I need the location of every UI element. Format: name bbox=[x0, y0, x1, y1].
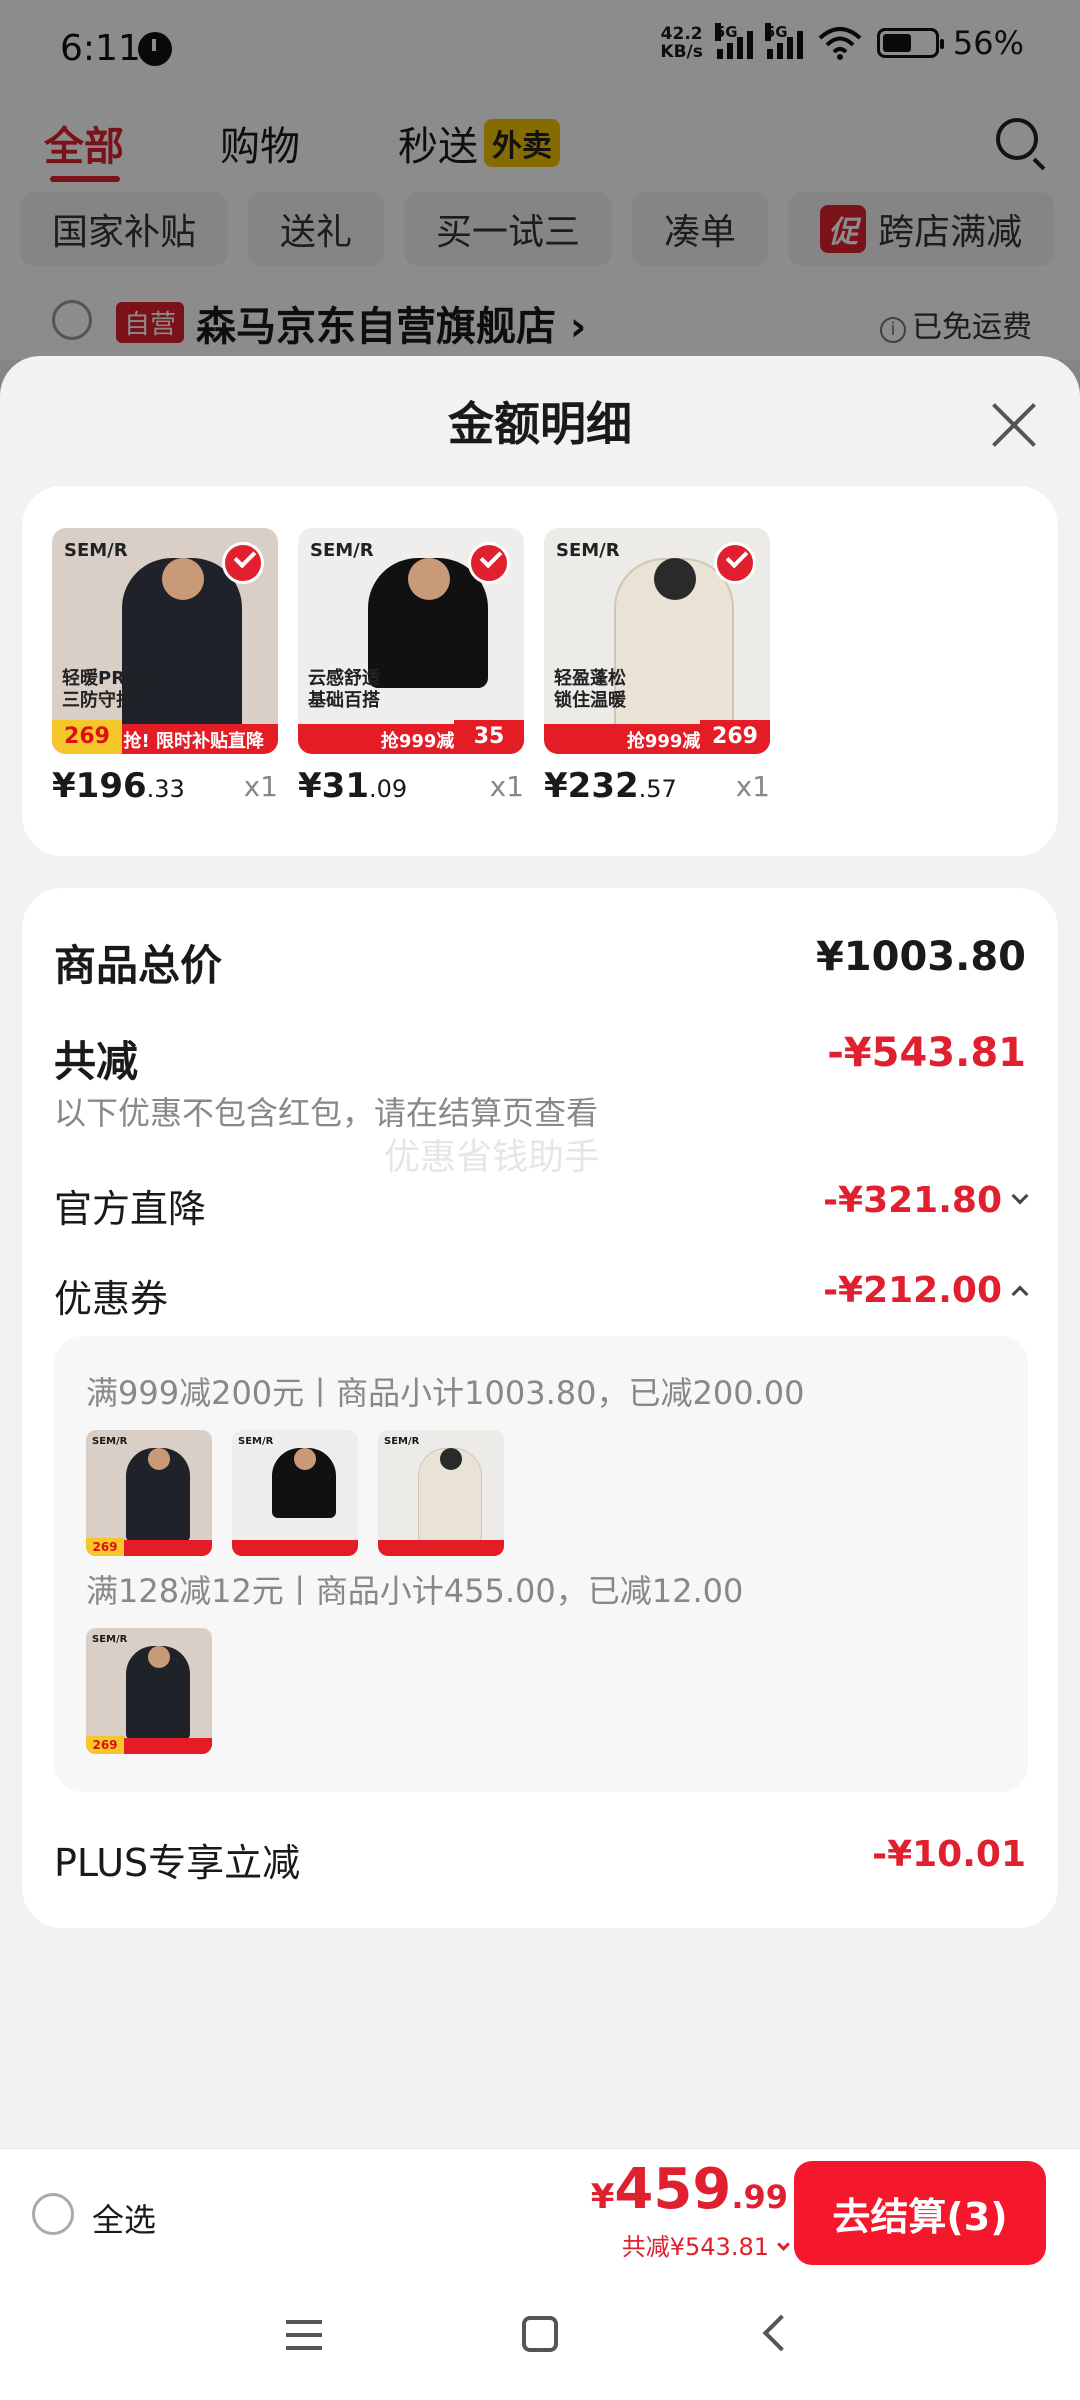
product-price: ¥232.57 bbox=[544, 766, 677, 806]
coupon-product-thumb: SEM/R bbox=[378, 1430, 504, 1556]
product-quantity: x1 bbox=[735, 770, 770, 803]
plus-discount-value: -¥10.01 bbox=[872, 1834, 1026, 1875]
check-icon[interactable] bbox=[468, 542, 510, 584]
official-discount-label: 官方直降 bbox=[54, 1187, 207, 1231]
chevron-down-icon bbox=[777, 2238, 790, 2251]
coupon-rule: 满128减12元丨商品小计455.00，已减12.00 bbox=[86, 1572, 744, 1610]
total-reduction-label: 共减 bbox=[54, 1037, 139, 1086]
watermark-text: 优惠省钱助手 bbox=[384, 1137, 601, 1178]
chevron-up-icon bbox=[1011, 1285, 1029, 1303]
total-reduction-value: -¥543.81 bbox=[827, 1030, 1026, 1076]
product-price: ¥31.09 bbox=[298, 766, 408, 806]
official-discount-row[interactable]: -¥321.80 bbox=[823, 1180, 1029, 1221]
menu-icon[interactable] bbox=[286, 2320, 322, 2350]
coupon-details: 满999减200元丨商品小计1003.80，已减200.00 SEM/R 269… bbox=[54, 1336, 1028, 1792]
selected-products-card: SEM/R 轻暖PRO+ 三防守护 抢! 限时补贴直降 269 ¥196.33 x… bbox=[22, 486, 1058, 856]
product-quantity: x1 bbox=[489, 770, 524, 803]
checkout-bar: 全选 ¥459.99 共减¥543.81 去结算(3) bbox=[0, 2148, 1080, 2274]
system-navigation-bar bbox=[0, 2274, 1080, 2400]
check-icon[interactable] bbox=[222, 542, 264, 584]
select-all-radio[interactable] bbox=[32, 2193, 74, 2235]
close-icon[interactable] bbox=[990, 400, 1038, 448]
product-image: SEM/R 云感舒适 基础百搭 抢999减200券 35 bbox=[298, 528, 524, 754]
coupon-row[interactable]: -¥212.00 bbox=[823, 1270, 1029, 1311]
product-image: SEM/R 轻盈蓬松 锁住温暖 抢999减200券 269 bbox=[544, 528, 770, 754]
select-all-label[interactable]: 全选 bbox=[92, 2195, 156, 2241]
price-breakdown-card: 商品总价 ¥1003.80 共减 -¥543.81 以下优惠不包含红包，请在结算… bbox=[22, 888, 1058, 1928]
coupon-product-thumb: SEM/R bbox=[232, 1430, 358, 1556]
sheet-title: 金额明细 bbox=[448, 397, 632, 451]
product-quantity: x1 bbox=[243, 770, 278, 803]
product-item[interactable]: SEM/R 云感舒适 基础百搭 抢999减200券 35 ¥31.09 x1 bbox=[298, 528, 524, 806]
coupon-product-thumb: SEM/R 269 bbox=[86, 1628, 212, 1754]
total-payable: ¥459.99 bbox=[590, 2157, 788, 2222]
checkout-button[interactable]: 去结算(3) bbox=[794, 2161, 1046, 2265]
coupon-label: 优惠券 bbox=[54, 1277, 169, 1321]
coupon-rule: 满999减200元丨商品小计1003.80，已减200.00 bbox=[86, 1374, 805, 1412]
reduction-detail-toggle[interactable]: 共减¥543.81 bbox=[622, 2227, 790, 2262]
product-price: ¥196.33 bbox=[52, 766, 185, 806]
total-price-value: ¥1003.80 bbox=[815, 934, 1026, 980]
coupon-product-thumb: SEM/R 269 bbox=[86, 1430, 212, 1556]
home-icon[interactable] bbox=[522, 2316, 558, 2352]
total-price-label: 商品总价 bbox=[54, 941, 223, 990]
product-image: SEM/R 轻暖PRO+ 三防守护 抢! 限时补贴直降 269 bbox=[52, 528, 278, 754]
back-icon[interactable] bbox=[762, 2314, 800, 2352]
product-item[interactable]: SEM/R 轻暖PRO+ 三防守护 抢! 限时补贴直降 269 ¥196.33 x… bbox=[52, 528, 278, 806]
plus-discount-label: PLUS专享立减 bbox=[54, 1841, 301, 1885]
check-icon[interactable] bbox=[714, 542, 756, 584]
chevron-down-icon bbox=[1011, 1187, 1029, 1205]
amount-detail-sheet: 金额明细 SEM/R 轻暖PRO+ 三防守护 抢! 限时补贴直降 269 ¥196… bbox=[0, 356, 1080, 2148]
product-item[interactable]: SEM/R 轻盈蓬松 锁住温暖 抢999减200券 269 ¥232.57 x1 bbox=[544, 528, 770, 806]
